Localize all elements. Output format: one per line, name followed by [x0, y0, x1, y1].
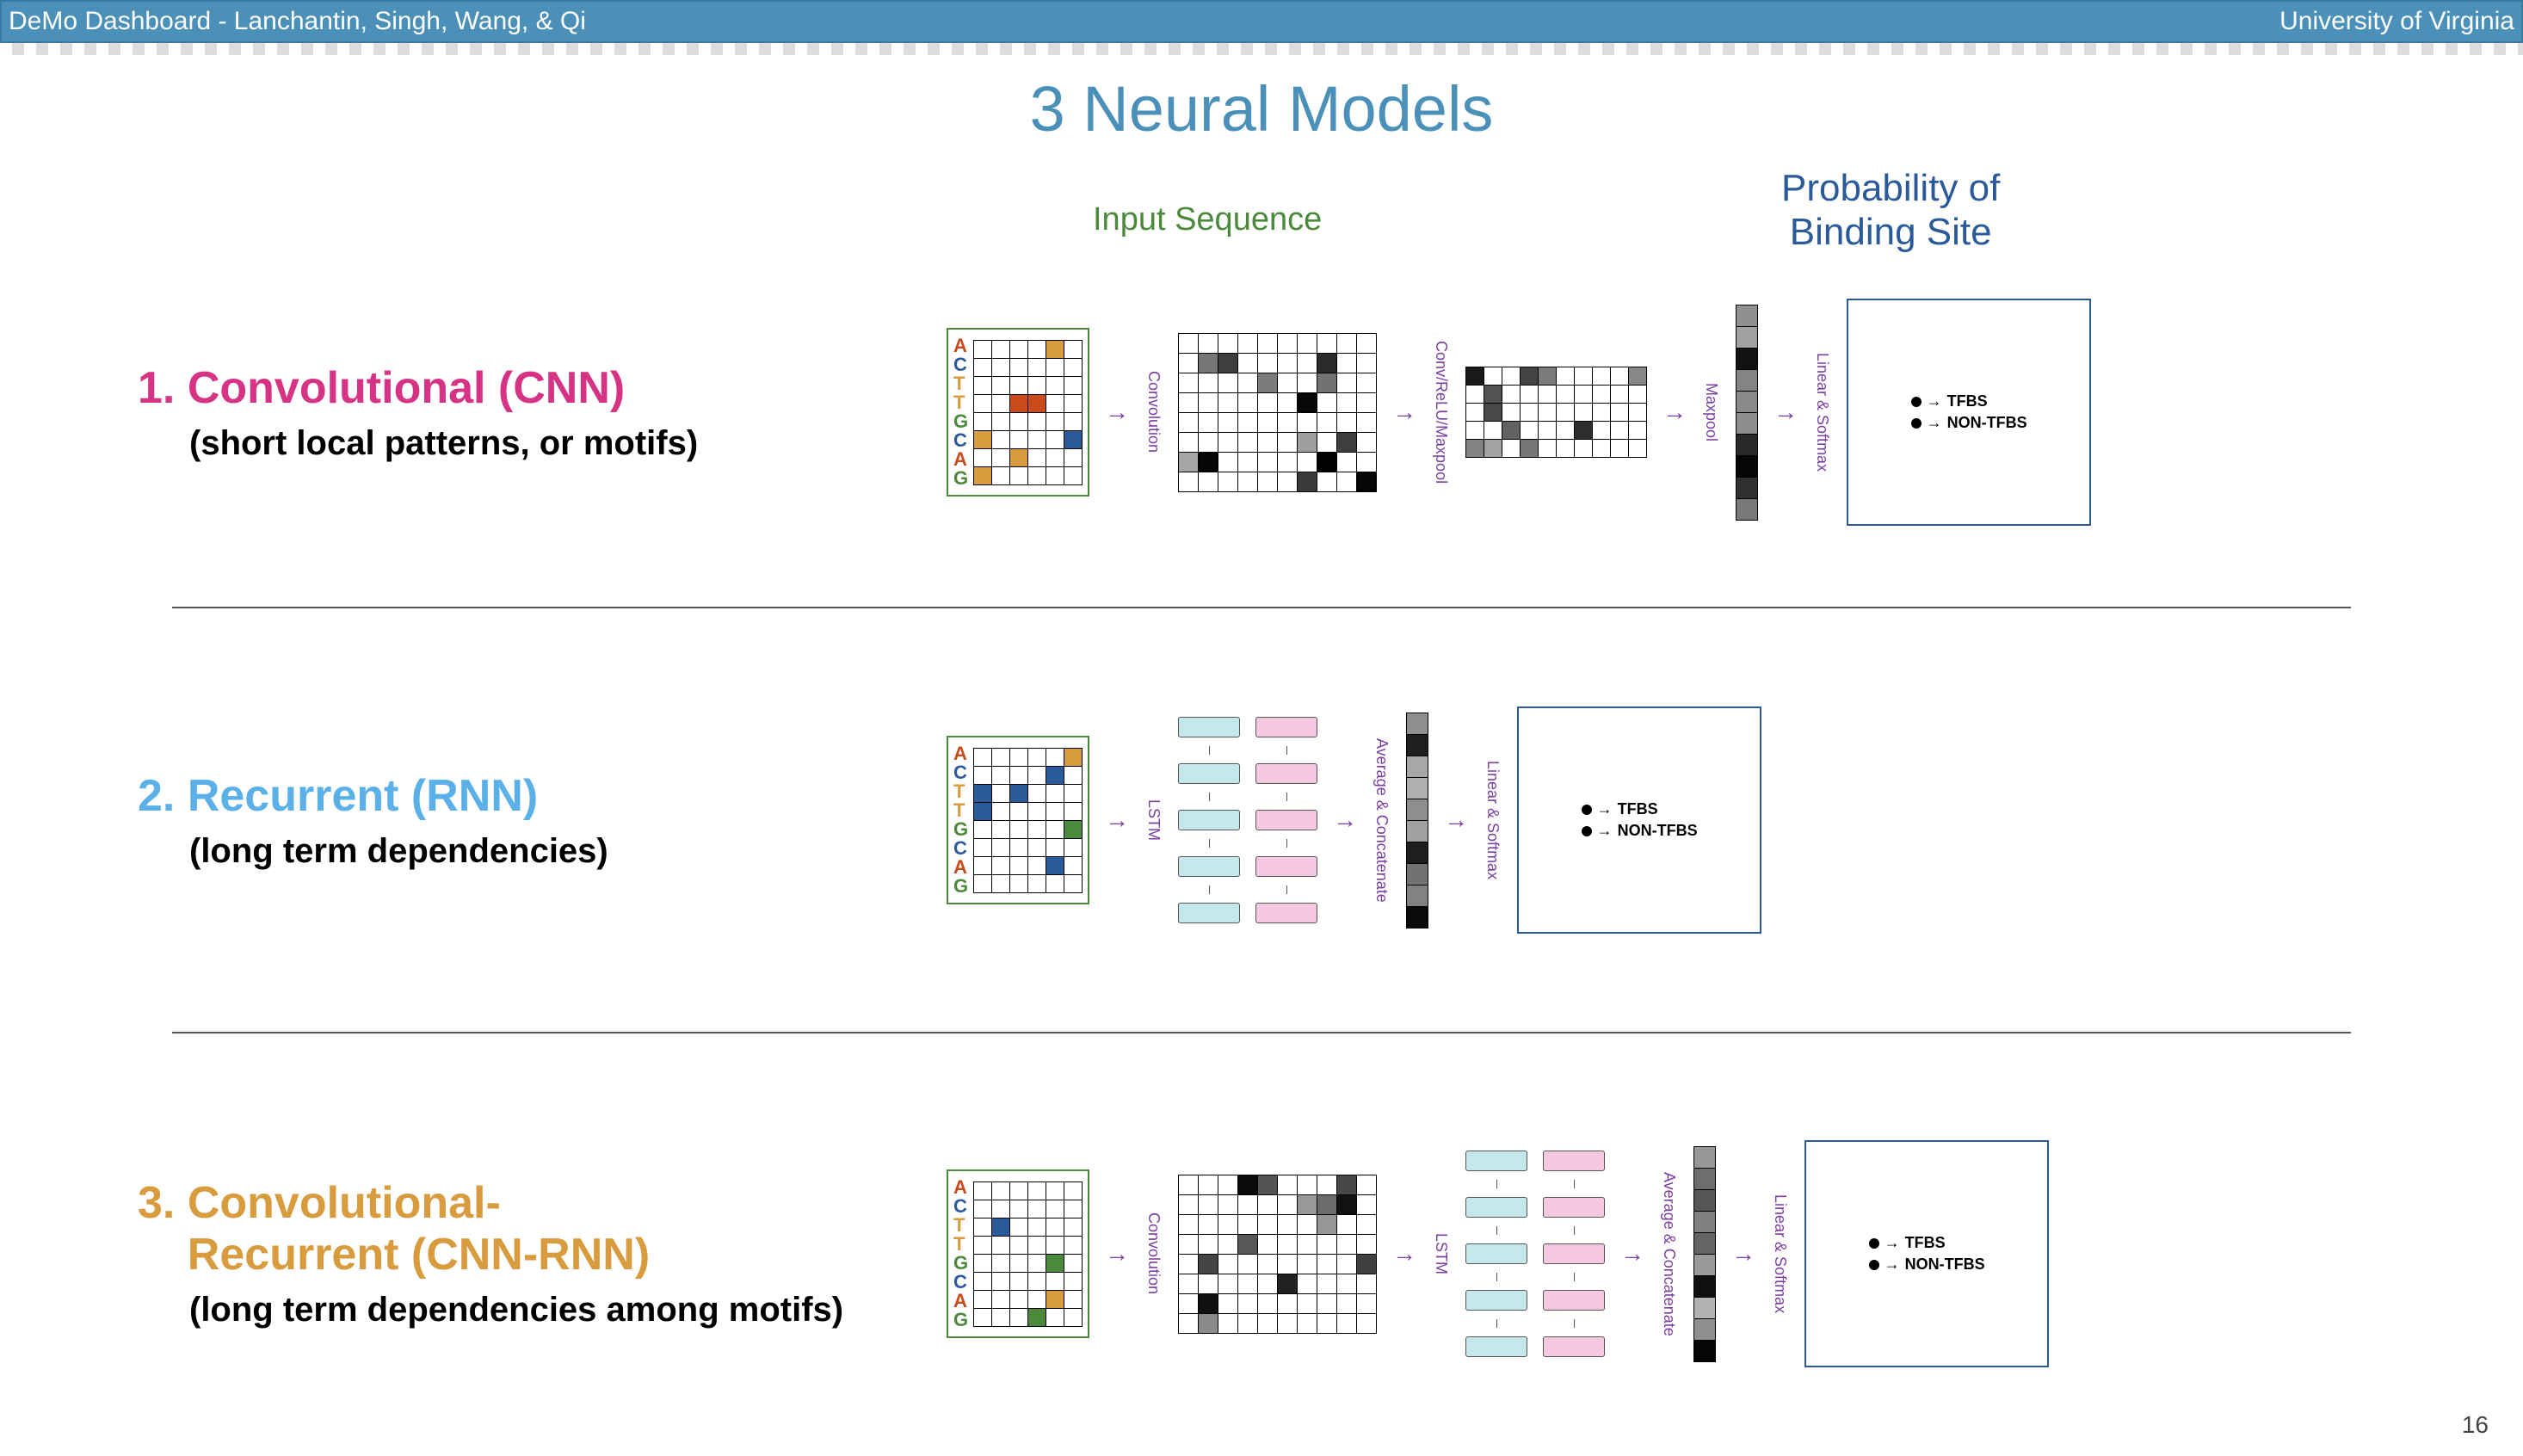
- model-row-cnn-rnn: 3. Convolutional- Recurrent (CNN-RNN) (l…: [34, 1039, 2489, 1456]
- rnn-text: 2. Recurrent (RNN) (long term dependenci…: [138, 770, 947, 871]
- arrow-icon: →: [1105, 806, 1129, 834]
- output-box: →TFBS →NON-TFBS: [1517, 706, 1761, 934]
- title-bar: DeMo Dashboard - Lanchantin, Singh, Wang…: [0, 0, 2523, 43]
- lstm-stack-cyan-icon: [1465, 1151, 1527, 1357]
- cnn-text: 1. Convolutional (CNN) (short local patt…: [138, 362, 947, 463]
- arrow-icon: →: [1392, 398, 1416, 426]
- sequence-letters: ACTTGCAG: [953, 1178, 968, 1330]
- arrow-icon: →: [1444, 806, 1468, 834]
- arrow-icon: →: [1620, 1240, 1644, 1268]
- lstm-stack-pink-icon: [1255, 717, 1317, 923]
- stage-linear-softmax: Linear & Softmax: [1813, 353, 1831, 472]
- output-legend: →TFBS →NON-TFBS: [1911, 389, 2027, 435]
- model-row-rnn: 2. Recurrent (RNN) (long term dependenci…: [34, 614, 2489, 1027]
- dot-icon: [1911, 418, 1922, 429]
- stage-linear-softmax: Linear & Softmax: [1484, 761, 1502, 879]
- input-box: ACTTGCAG: [947, 1169, 1089, 1338]
- output-box: →TFBS →NON-TFBS: [1804, 1140, 2049, 1367]
- vector-strip-icon: [1693, 1146, 1716, 1362]
- stage-avg-concat: Average & Concatenate: [1373, 738, 1391, 903]
- rnn-diagram: ACTTGCAG → LSTM → Average & Concatenate …: [947, 706, 2385, 934]
- cnn-diagram: ACTTGCAG → Convolution → Conv/ReLU/Maxpo…: [947, 299, 2385, 526]
- arrow-icon: →: [1105, 398, 1129, 426]
- divider: [172, 607, 2351, 608]
- dot-icon: [1869, 1238, 1879, 1249]
- output-legend: →TFBS →NON-TFBS: [1582, 797, 1698, 843]
- input-grid-icon: [973, 340, 1083, 485]
- output-label: Probability of Binding Site: [1781, 167, 2000, 254]
- arrow-icon: →: [1731, 1240, 1755, 1268]
- vector-strip-icon: [1736, 305, 1758, 521]
- dot-icon: [1911, 397, 1922, 407]
- feature-grid-icon: [1178, 1175, 1377, 1334]
- checker-decoration: [0, 43, 2523, 55]
- arrow-icon: →: [1774, 398, 1798, 426]
- stage-lstm: LSTM: [1432, 1233, 1450, 1274]
- titlebar-left: DeMo Dashboard - Lanchantin, Singh, Wang…: [9, 7, 586, 36]
- input-grid-icon: [973, 748, 1083, 893]
- input-grid-icon: [973, 1181, 1083, 1327]
- stage-avg-concat: Average & Concatenate: [1660, 1172, 1678, 1336]
- lstm-stack-pink-icon: [1543, 1151, 1605, 1357]
- vector-strip-icon: [1406, 713, 1428, 929]
- dot-icon: [1869, 1260, 1879, 1270]
- cnnrnn-text: 3. Convolutional- Recurrent (CNN-RNN) (l…: [138, 1178, 947, 1330]
- feature-grid-icon: [1178, 333, 1377, 492]
- arrow-icon: →: [1333, 806, 1357, 834]
- arrow-icon: →: [1392, 1240, 1416, 1268]
- sequence-letters: ACTTGCAG: [953, 744, 968, 896]
- stage-convolution: Convolution: [1144, 1212, 1163, 1294]
- arrow-icon: →: [1662, 398, 1687, 426]
- feature-grid-small-icon: [1465, 367, 1647, 458]
- dot-icon: [1582, 805, 1592, 815]
- divider: [172, 1032, 2351, 1033]
- input-box: ACTTGCAG: [947, 736, 1089, 904]
- input-sequence-label: Input Sequence: [1093, 201, 1322, 238]
- stage-linear-softmax: Linear & Softmax: [1771, 1194, 1789, 1313]
- slide-body: 3 Neural Models Input Sequence Probabili…: [0, 55, 2523, 1449]
- sequence-letters: ACTTGCAG: [953, 336, 968, 488]
- input-box: ACTTGCAG: [947, 328, 1089, 497]
- output-legend: →TFBS →NON-TFBS: [1869, 1231, 1985, 1277]
- arrow-icon: →: [1105, 1240, 1129, 1268]
- stage-conv-relu-maxpool: Conv/ReLU/Maxpool: [1432, 341, 1450, 484]
- page-number: 16: [2462, 1411, 2489, 1439]
- slide-title: 3 Neural Models: [34, 72, 2489, 145]
- model-row-cnn: 1. Convolutional (CNN) (short local patt…: [34, 223, 2489, 602]
- dot-icon: [1582, 826, 1592, 836]
- stage-lstm: LSTM: [1144, 799, 1163, 841]
- stage-maxpool: Maxpool: [1702, 383, 1720, 441]
- output-box: →TFBS →NON-TFBS: [1847, 299, 2091, 526]
- stage-convolution: Convolution: [1144, 371, 1163, 453]
- cnnrnn-diagram: ACTTGCAG → Convolution → LSTM → Average …: [947, 1140, 2385, 1367]
- titlebar-right: University of Virginia: [2279, 7, 2514, 36]
- lstm-stack-cyan-icon: [1178, 717, 1240, 923]
